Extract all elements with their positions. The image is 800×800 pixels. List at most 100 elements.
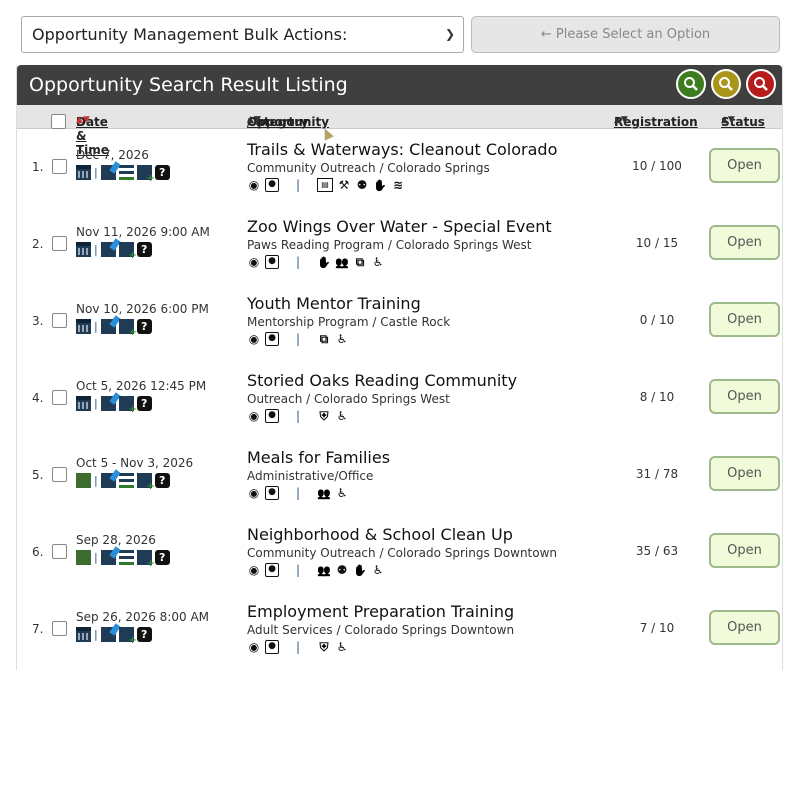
view-icon[interactable] (247, 563, 261, 577)
view-icon[interactable] (247, 332, 261, 346)
edit-calendar-icon[interactable] (100, 473, 116, 488)
row-checkbox[interactable] (52, 390, 67, 405)
help-icon[interactable] (136, 242, 152, 257)
roster-icon[interactable] (118, 473, 134, 488)
contact-icon[interactable] (265, 255, 279, 269)
panel-header: Opportunity Search Result Listing (17, 65, 782, 105)
row-checkbox[interactable] (52, 467, 67, 482)
apply-bulk-action-button[interactable]: ← Please Select an Option (471, 16, 780, 53)
roster-icon[interactable] (118, 165, 134, 180)
add-to-calendar-icon[interactable] (118, 396, 137, 415)
calendar-icon[interactable] (76, 627, 91, 642)
row-checkbox[interactable] (52, 544, 67, 559)
opportunity-title[interactable]: Trails & Waterways: Cleanout Colorado (247, 140, 557, 159)
opportunity-title[interactable]: Employment Preparation Training (247, 602, 514, 621)
calendar-range-icon[interactable] (76, 473, 91, 488)
sort-icon: ▲▼ (76, 115, 90, 125)
help-icon[interactable] (154, 473, 170, 488)
add-to-calendar-icon[interactable] (118, 319, 137, 338)
date-action-icons: | (76, 550, 170, 569)
status-button[interactable]: Open (709, 456, 780, 491)
date-action-icons: | (76, 473, 170, 492)
status-button[interactable]: Open (709, 533, 780, 568)
separator (291, 409, 305, 423)
background-check-icon (317, 409, 331, 423)
view-icon[interactable] (247, 409, 261, 423)
search-green-icon[interactable] (676, 69, 706, 99)
calendar-range-icon[interactable] (76, 550, 91, 565)
group-icon (335, 255, 349, 269)
opportunity-title[interactable]: Youth Mentor Training (247, 294, 421, 313)
sort-icon: ▲▼ (247, 115, 261, 125)
row-number: 7. (32, 622, 44, 636)
edit-calendar-icon[interactable] (100, 165, 116, 180)
separator (291, 486, 305, 500)
help-icon[interactable] (136, 627, 152, 642)
select-all-checkbox[interactable] (51, 114, 66, 129)
calendar-icon[interactable] (76, 242, 91, 257)
table-row: 6. Sep 28, 2026 | Neighborhood & School Cle… (17, 514, 782, 591)
row-checkbox[interactable] (52, 313, 67, 328)
help-icon[interactable] (136, 319, 152, 334)
opportunity-title[interactable]: Meals for Families (247, 448, 390, 467)
opportunity-attribute-icons (247, 409, 349, 423)
status-button[interactable]: Open (709, 379, 780, 414)
edit-calendar-icon[interactable] (100, 550, 116, 565)
bulk-actions-select-value: Opportunity Management Bulk Actions: (32, 25, 348, 44)
contact-icon[interactable] (265, 486, 279, 500)
calendar-icon[interactable] (76, 165, 91, 180)
contact-icon[interactable] (265, 178, 279, 192)
view-icon[interactable] (247, 178, 261, 192)
search-gold-icon[interactable] (711, 69, 741, 99)
view-icon[interactable] (247, 640, 261, 654)
help-icon[interactable] (136, 396, 152, 411)
panel-title: Opportunity Search Result Listing (29, 74, 348, 96)
row-number: 3. (32, 314, 44, 328)
view-icon[interactable] (247, 486, 261, 500)
separator (291, 178, 305, 192)
row-number: 1. (32, 160, 44, 174)
language-icon (353, 255, 367, 269)
calendar-icon[interactable] (76, 396, 91, 411)
contact-icon[interactable] (265, 332, 279, 346)
row-checkbox[interactable] (52, 159, 67, 174)
column-header-row: Date & Time ▲▼ Opportunity ▲▼ / Category… (17, 105, 782, 157)
status-button[interactable]: Open (709, 302, 780, 337)
contact-icon[interactable] (265, 640, 279, 654)
row-date: Sep 26, 2026 8:00 AM (76, 610, 210, 624)
help-icon[interactable] (154, 550, 170, 565)
id-card-icon (317, 178, 333, 192)
row-checkbox[interactable] (52, 236, 67, 251)
status-button[interactable]: Open (709, 225, 780, 260)
opportunity-title[interactable]: Neighborhood & School Clean Up (247, 525, 513, 544)
status-button[interactable]: Open (709, 148, 780, 183)
status-button[interactable]: Open (709, 610, 780, 645)
calendar-icon[interactable] (76, 319, 91, 334)
edit-calendar-icon[interactable] (100, 242, 116, 257)
helping-hands-icon (317, 255, 331, 269)
add-to-calendar-icon[interactable] (118, 242, 137, 261)
separator: | (94, 551, 98, 564)
add-to-calendar-icon[interactable] (136, 165, 155, 184)
separator: | (94, 243, 98, 256)
edit-calendar-icon[interactable] (100, 396, 116, 411)
contact-icon[interactable] (265, 409, 279, 423)
row-checkbox[interactable] (52, 621, 67, 636)
opportunity-title[interactable]: Storied Oaks Reading Community (247, 371, 517, 390)
help-icon[interactable] (154, 165, 170, 180)
roster-icon[interactable] (118, 550, 134, 565)
opportunity-title[interactable]: Zoo Wings Over Water - Special Event (247, 217, 552, 236)
separator: | (94, 474, 98, 487)
view-icon[interactable] (247, 255, 261, 269)
add-to-calendar-icon[interactable] (118, 627, 137, 646)
search-red-icon[interactable] (746, 69, 776, 99)
add-to-calendar-icon[interactable] (136, 550, 155, 569)
bulk-actions-select[interactable]: Opportunity Management Bulk Actions: ❯ (21, 16, 464, 53)
registration-count: 35 / 63 (635, 544, 679, 558)
date-action-icons: | (76, 319, 152, 338)
contact-icon[interactable] (265, 563, 279, 577)
edit-calendar-icon[interactable] (100, 627, 116, 642)
add-to-calendar-icon[interactable] (136, 473, 155, 492)
edit-calendar-icon[interactable] (100, 319, 116, 334)
helping-hands-icon (373, 178, 387, 192)
